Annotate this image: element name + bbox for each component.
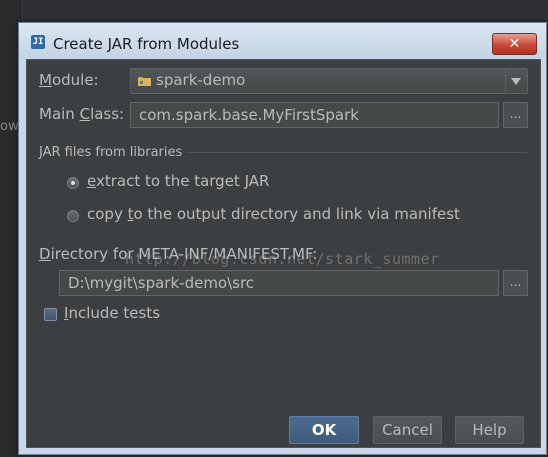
close-button[interactable]: ✕ [492,33,537,55]
intellij-app-icon: JI [31,35,45,49]
manifest-directory-input[interactable]: D:\mygit\spark-demo\src [59,270,499,296]
copy-manifest-radio-label[interactable]: copy to the output directory and link vi… [87,205,460,223]
copy-manifest-radio[interactable] [67,210,79,222]
help-button[interactable]: Help [455,416,524,444]
extract-radio[interactable] [67,177,79,189]
dialog-content: Module: spark-demo Main Class: com.spark… [26,59,541,448]
manifest-directory-label: Directory for META-INF/MANIFEST.MF: [39,245,318,263]
main-class-input[interactable]: com.spark.base.MyFirstSpark [130,102,499,128]
include-tests-checkbox[interactable] [44,308,57,321]
extract-radio-label[interactable]: extract to the target JAR [87,172,269,190]
ide-background-text: ow [0,119,19,134]
module-value: spark-demo [156,71,246,89]
section-divider [187,152,527,153]
close-icon: ✕ [508,36,521,52]
dialog-title: Create JAR from Modules [53,35,240,53]
main-class-label: Main Class: [39,105,125,123]
ok-button[interactable]: OK [289,416,359,444]
module-combobox[interactable]: spark-demo [130,68,528,94]
ellipsis-icon: ... [509,275,522,289]
include-tests-label[interactable]: Include tests [64,304,160,322]
cancel-button[interactable]: Cancel [373,416,442,444]
ellipsis-icon: ... [509,107,522,121]
main-class-browse-button[interactable]: ... [503,102,528,128]
chevron-down-icon[interactable] [511,78,521,85]
create-jar-dialog: JI Create JAR from Modules ✕ Module: spa… [18,22,547,455]
combo-separator [505,69,506,93]
module-label: Module: [39,71,99,89]
dialog-titlebar[interactable]: JI Create JAR from Modules ✕ [19,23,546,59]
module-folder-icon [138,77,151,86]
jar-libraries-section-title: JAR files from libraries [39,145,183,160]
manifest-directory-browse-button[interactable]: ... [503,270,528,296]
